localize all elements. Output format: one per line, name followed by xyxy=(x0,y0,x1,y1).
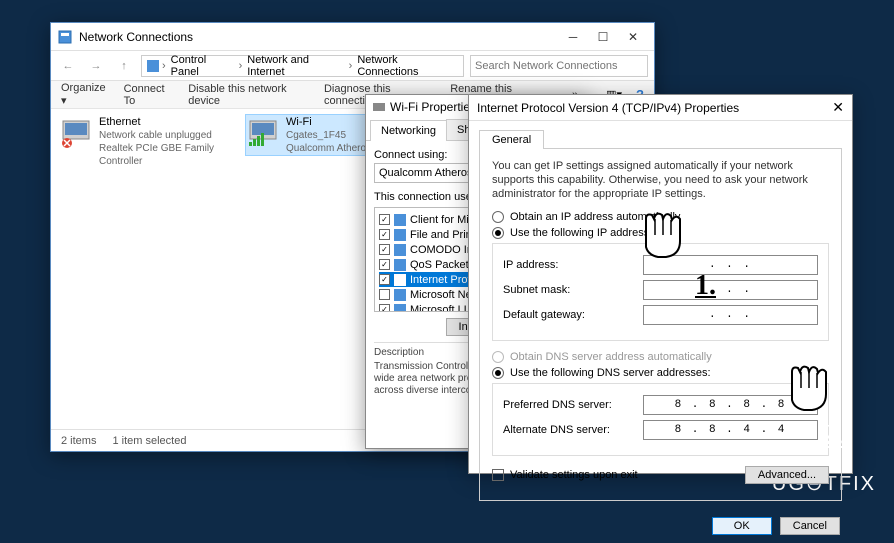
intro-text: You can get IP settings assigned automat… xyxy=(492,159,829,201)
search-input[interactable] xyxy=(470,55,648,77)
breadcrumb[interactable]: ›Control Panel ›Network and Internet ›Ne… xyxy=(141,55,464,77)
connection-ethernet[interactable]: Ethernet Network cable unplugged Realtek… xyxy=(59,115,234,168)
back-button[interactable]: ← xyxy=(57,55,79,77)
selected-count: 1 item selected xyxy=(112,435,186,447)
conn-name: Ethernet xyxy=(99,116,234,129)
dialog-title: Wi-Fi Properties xyxy=(390,100,476,114)
ip-address-input[interactable]: . . . xyxy=(643,255,818,275)
connect-to-button[interactable]: Connect To xyxy=(124,83,175,107)
annotation-2: 2. xyxy=(822,420,843,452)
radio-icon xyxy=(492,227,504,239)
conn-adapter: Realtek PCIe GBE Family Controller xyxy=(99,142,234,168)
conn-status: Network cable unplugged xyxy=(99,129,234,142)
radio-use-dns[interactable]: Use the following DNS server addresses: xyxy=(492,367,829,379)
wifi-icon xyxy=(246,115,280,149)
ok-button[interactable]: OK xyxy=(712,517,772,535)
wifi-adapter-icon xyxy=(372,100,386,114)
up-button[interactable]: ↑ xyxy=(113,55,135,77)
radio-obtain-ip[interactable]: Obtain an IP address automatically xyxy=(492,211,829,223)
radio-icon xyxy=(492,211,504,223)
advanced-button[interactable]: Advanced... xyxy=(745,466,829,484)
validate-checkbox[interactable]: Validate settings upon exit Advanced... xyxy=(492,466,829,484)
address-bar: ← → ↑ ›Control Panel ›Network and Intern… xyxy=(51,51,654,81)
pref-dns-label: Preferred DNS server: xyxy=(503,399,643,411)
default-gateway-label: Default gateway: xyxy=(503,309,643,321)
default-gateway-input[interactable]: . . . xyxy=(643,305,818,325)
close-icon[interactable]: ✕ xyxy=(832,99,844,116)
pref-dns-input[interactable]: 8 . 8 . 8 . 8 xyxy=(643,395,818,415)
close-button[interactable]: ✕ xyxy=(618,26,648,48)
item-count: 2 items xyxy=(61,435,96,447)
ip-address-label: IP address: xyxy=(503,259,643,271)
minimize-button[interactable]: ─ xyxy=(558,26,588,48)
forward-button[interactable]: → xyxy=(85,55,107,77)
ipv4-properties-dialog: Internet Protocol Version 4 (TCP/IPv4) P… xyxy=(468,94,853,474)
titlebar: Network Connections ─ ☐ ✕ xyxy=(51,23,654,51)
radio-obtain-dns: Obtain DNS server address automatically xyxy=(492,351,829,363)
radio-use-ip[interactable]: Use the following IP address: xyxy=(492,227,829,239)
dialog-title: Internet Protocol Version 4 (TCP/IPv4) P… xyxy=(477,101,739,115)
subnet-mask-label: Subnet mask: xyxy=(503,284,643,296)
disable-device-button[interactable]: Disable this network device xyxy=(188,83,310,107)
maximize-button[interactable]: ☐ xyxy=(588,26,618,48)
alt-dns-label: Alternate DNS server: xyxy=(503,424,643,436)
organize-menu[interactable]: Organize ▾ xyxy=(61,82,110,107)
alt-dns-input[interactable]: 8 . 8 . 4 . 4 xyxy=(643,420,818,440)
cancel-button[interactable]: Cancel xyxy=(780,517,840,535)
control-panel-icon xyxy=(146,59,160,73)
tab-general[interactable]: General xyxy=(479,130,544,149)
radio-icon xyxy=(492,351,504,363)
annotation-1: 1. xyxy=(695,270,716,302)
radio-icon xyxy=(492,367,504,379)
tab-networking[interactable]: Networking xyxy=(370,120,447,141)
control-panel-icon xyxy=(57,29,73,45)
window-title: Network Connections xyxy=(79,30,558,44)
ethernet-icon xyxy=(59,115,93,149)
subnet-mask-input[interactable]: . . . xyxy=(643,280,818,300)
